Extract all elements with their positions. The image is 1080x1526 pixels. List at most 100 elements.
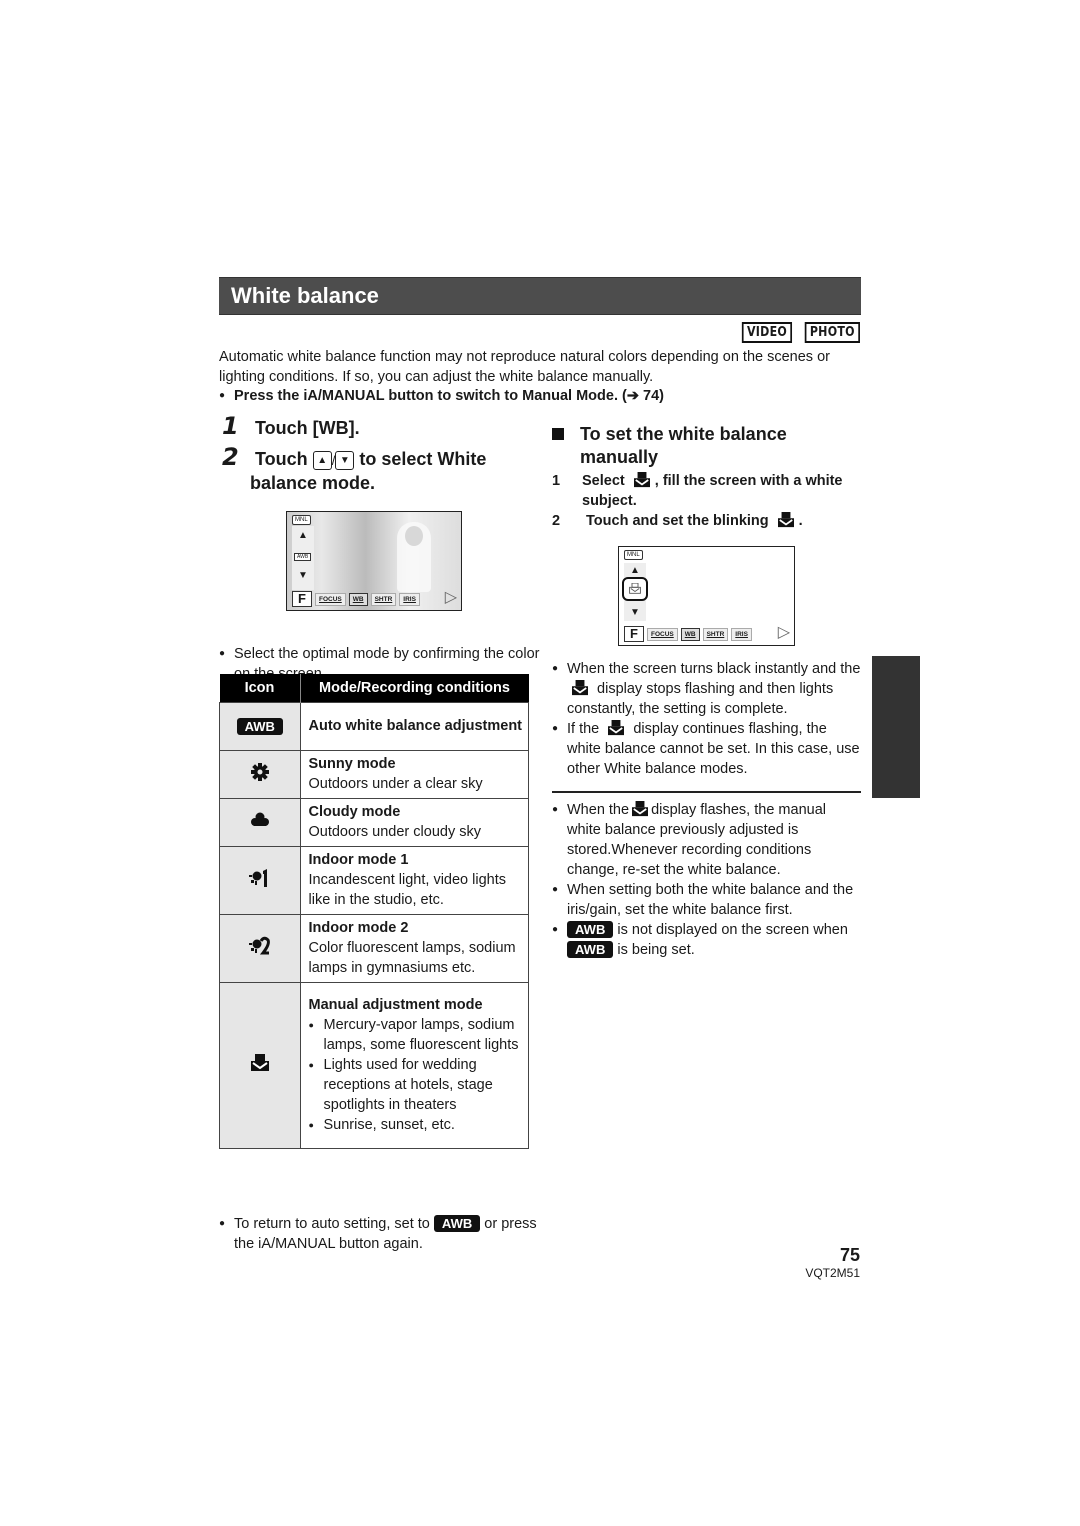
step-2: 2 Touch ▲ / ▼ to select White balance mode…: [222, 445, 487, 495]
next-arrow-icon[interactable]: ▷: [778, 622, 790, 642]
mode-cell: Indoor mode 2 Color fluorescent lamps, so…: [299, 914, 529, 983]
divider: [552, 791, 861, 793]
mode-bullet: Mercury-vapor lamps, sodium lamps, some …: [309, 1015, 523, 1055]
awb-icon: AWB: [567, 941, 614, 958]
awb-icon: AWB: [433, 1215, 481, 1232]
wb-button[interactable]: WB: [348, 592, 368, 606]
step-text: .: [798, 513, 803, 529]
mode-cell: Cloudy mode Outdoors under cloudy sky: [299, 798, 529, 847]
mode-name: Auto white balance adjustment: [308, 718, 523, 734]
awb-indicator[interactable]: AWB: [294, 553, 312, 561]
step-number: 2: [552, 513, 561, 529]
mode-desc: Incandescent light, video lights like in…: [308, 872, 507, 908]
mode-bullets: Mercury-vapor lamps, sodium lamps, some …: [309, 1015, 523, 1135]
note-text: If the: [567, 721, 600, 737]
up-button[interactable]: ▲: [630, 565, 640, 576]
shtr-button[interactable]: SHTR: [370, 592, 397, 606]
wb-button[interactable]: WB: [680, 627, 700, 641]
table-header-row: Icon Mode/Recording conditions: [219, 674, 529, 703]
note-item: AWB is not displayed on the screen when …: [552, 920, 862, 960]
table-row: Sunny mode Outdoors under a clear sky: [219, 750, 529, 799]
note-text: display stops flashing and then lights c…: [567, 681, 834, 717]
table-row: Indoor mode 2 Color fluorescent lamps, so…: [219, 914, 529, 983]
manual-mode-note-text: Press the iA/MANUAL button to switch to …: [234, 388, 664, 404]
down-button[interactable]: ▼: [630, 607, 640, 618]
step-text: Select: [582, 473, 625, 489]
intro-paragraph: Automatic white balance function may not…: [219, 349, 830, 385]
return-auto-note: To return to auto setting, set to AWB or…: [219, 1214, 549, 1254]
page-title: White balance: [231, 283, 379, 308]
icon-cell: AWB: [219, 702, 301, 751]
table-row: AWB Auto white balance adjustment: [219, 702, 529, 751]
icon-cell: [219, 750, 301, 799]
manual-wb-icon: [629, 583, 641, 594]
manual-step-1: 1 Select , fill the screen with a white …: [552, 471, 852, 511]
header-icon: Icon: [219, 674, 301, 703]
mnl-indicator: MNL: [624, 550, 643, 560]
manual-heading-text: To set the white balance manually: [580, 424, 787, 467]
manual-wb-icon: [250, 1053, 269, 1071]
manual-notes-a: When the screen turns black instantly an…: [552, 659, 862, 779]
menu-f-button[interactable]: F: [624, 626, 644, 642]
mode-bullet: Lights used for wedding receptions at ho…: [309, 1055, 523, 1115]
down-arrow-icon: ▼: [335, 451, 355, 470]
camera-screen-manual-wb: MNL ▲ ▼ F FOCUS WB SHTR IRIS ▷: [618, 546, 795, 646]
return-note-before: To return to auto setting, set to: [234, 1216, 430, 1232]
focus-button[interactable]: FOCUS: [315, 592, 346, 606]
mnl-indicator: MNL: [292, 515, 311, 525]
manual-notes-b: When thedisplay flashes, the manual whit…: [552, 800, 862, 960]
wb-mode-selector: ▲ ▼: [622, 563, 648, 621]
awb-icon: AWB: [236, 717, 283, 735]
section-title-bar: White balance: [219, 277, 861, 315]
wb-mode-selector: ▲ AWB ▼: [292, 526, 314, 590]
down-button[interactable]: ▼: [298, 570, 308, 581]
manual-wb-icon: [572, 680, 588, 696]
manual-wb-icon: [777, 512, 794, 528]
menu-f-button[interactable]: F: [292, 591, 312, 607]
icon-cell: [219, 798, 301, 847]
table-row: Cloudy mode Outdoors under cloudy sky: [219, 798, 529, 847]
mode-cell: Manual adjustment mode Mercury-vapor lam…: [299, 982, 529, 1149]
shtr-button[interactable]: SHTR: [702, 627, 729, 641]
note-text: When setting both the white balance and …: [567, 882, 854, 918]
note-text: is being set.: [617, 942, 695, 958]
iris-button[interactable]: IRIS: [399, 592, 420, 606]
iris-button[interactable]: IRIS: [731, 627, 752, 641]
note-item: When the screen turns black instantly an…: [552, 659, 862, 719]
manual-step-2: 2 Touch and set the blinking .: [552, 511, 852, 531]
indoor-2-icon: [248, 936, 270, 954]
mode-name: Manual adjustment mode: [308, 997, 483, 1013]
icon-cell: [219, 982, 301, 1149]
icon-cell: [219, 846, 301, 915]
note-text: is not displayed on the screen when: [617, 922, 848, 938]
focus-button[interactable]: FOCUS: [647, 627, 678, 641]
manual-wb-selected-button[interactable]: [622, 577, 648, 601]
mode-badges: VIDEO PHOTO: [733, 322, 860, 343]
mode-name: Indoor mode 2: [308, 920, 409, 936]
video-mode-badge: VIDEO: [741, 322, 793, 343]
step-number: 1: [552, 473, 561, 489]
document-code: VQT2M51: [805, 1266, 860, 1280]
step-text: to select White: [359, 449, 487, 469]
page-number: 75: [839, 1245, 860, 1265]
mode-bullet: Sunrise, sunset, etc.: [309, 1115, 523, 1135]
mode-cell: Sunny mode Outdoors under a clear sky: [299, 750, 529, 799]
table-row: Manual adjustment mode Mercury-vapor lam…: [219, 982, 529, 1149]
manual-section-heading: To set the white balance manually: [552, 423, 852, 469]
camera-screen-wb-select: MNL ▲ AWB ▼ F FOCUS WB SHTR IRIS ▷: [286, 511, 462, 611]
mode-desc: Outdoors under cloudy sky: [308, 824, 481, 840]
mode-cell: Auto white balance adjustment: [299, 702, 529, 751]
step-number: 1: [222, 412, 239, 440]
subject-face: [405, 526, 423, 546]
next-arrow-icon[interactable]: ▷: [445, 587, 457, 607]
icon-cell: [219, 914, 301, 983]
note-text: When the screen turns black instantly an…: [567, 661, 861, 677]
up-button[interactable]: ▲: [298, 530, 308, 541]
step-text-line2: balance mode.: [250, 473, 376, 493]
manual-mode-note: Press the iA/MANUAL button to switch to …: [219, 386, 1080, 406]
white-balance-mode-table: Icon Mode/Recording conditions AWB Auto …: [219, 674, 529, 1149]
photo-mode-badge: PHOTO: [804, 322, 860, 343]
chapter-side-tab: [872, 656, 920, 798]
note-text: When the: [567, 802, 630, 818]
table-row: Indoor mode 1 Incandescent light, video l…: [219, 846, 529, 915]
